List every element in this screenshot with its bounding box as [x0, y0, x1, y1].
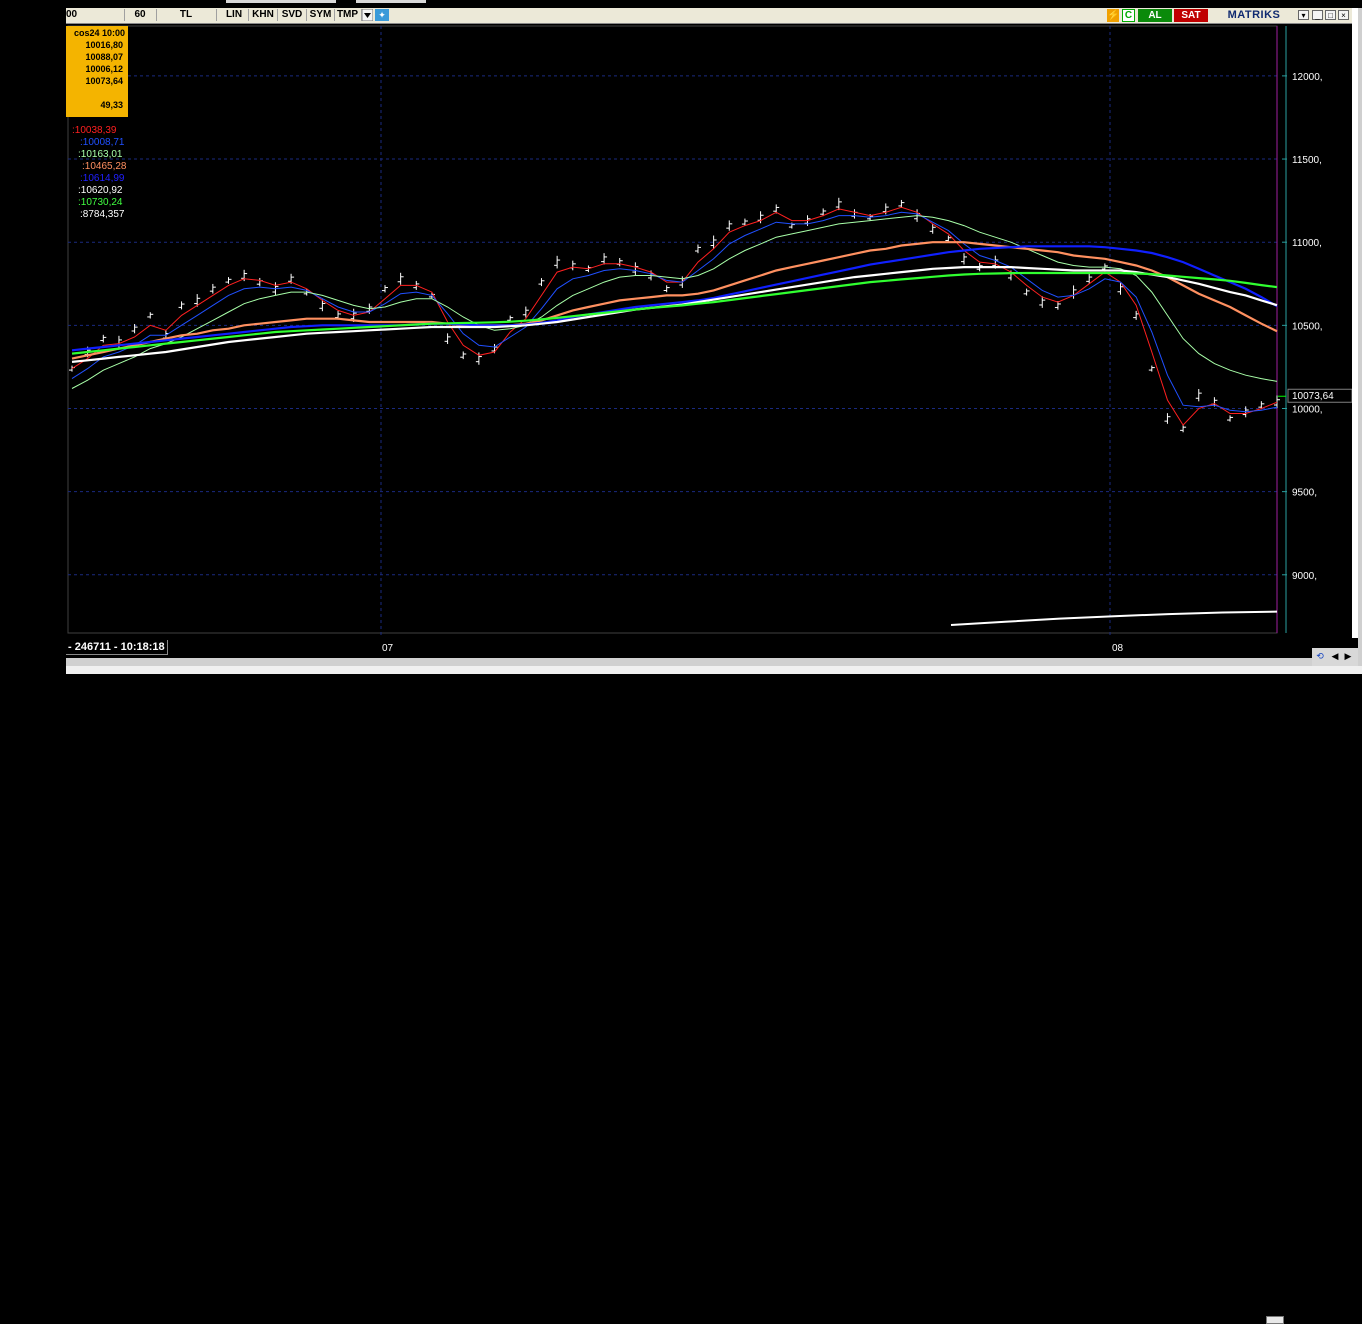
refresh-icon[interactable]: ⟲	[1314, 650, 1326, 663]
y-tick-label: 12000,	[1292, 72, 1323, 83]
y-tick-label: 9000,	[1292, 571, 1317, 582]
last-price-label: 10073,64	[1292, 391, 1334, 402]
scroll-left-icon[interactable]: ◀	[1329, 650, 1341, 663]
y-tick-label: 11500,	[1292, 155, 1322, 166]
indicator-value: :10620,92	[78, 185, 123, 196]
time-axis	[66, 638, 1356, 658]
info-volume: 49,33	[100, 100, 123, 110]
scroll-right-icon[interactable]: ▶	[1342, 650, 1354, 663]
vertical-scrollbar[interactable]	[1358, 8, 1362, 674]
info-close: 10073,64	[85, 76, 123, 86]
y-tick-label: 10500,	[1292, 321, 1323, 332]
indicator-value: :10038,39	[72, 125, 117, 136]
indicator-value: :10465,28	[82, 161, 127, 172]
ohlc-info-box: cos24 10:00 10016,80 10088,07 10006,12 1…	[66, 26, 128, 117]
plot-area	[67, 25, 1278, 634]
info-date: cos24 10:00	[73, 28, 125, 38]
horizontal-scrollbar[interactable]	[66, 658, 1356, 1324]
indicator-value: :8784,357	[80, 209, 125, 220]
y-tick-label: 9500,	[1292, 488, 1317, 499]
indicator-value: :10163,01	[78, 149, 123, 160]
scrollbar-thumb[interactable]	[1266, 1316, 1284, 1324]
y-tick-label: 10000,	[1292, 404, 1323, 415]
bottom-edge	[66, 666, 1362, 674]
indicator-value: :10008,71	[80, 137, 125, 148]
desktop-background	[0, 0, 66, 674]
info-high: 10088,07	[85, 52, 123, 62]
navigation-buttons: ⟲ ◀ ▶	[1312, 648, 1362, 666]
status-readout: - 246711 - 10:18:18	[66, 640, 168, 655]
x-label: 07	[382, 643, 394, 654]
price-chart[interactable]: 9000, 9500, 10000, 10500, 11000, 11500, 12000,…	[66, 0, 1362, 674]
indicator-value: :10614,99	[80, 173, 125, 184]
chart-window: 00 60 TL LIN KHN SVD SYM TMP ✦ ⚡ C AL SA…	[66, 0, 1362, 1324]
indicator-value: :10730,24	[78, 197, 123, 208]
info-open: 10016,80	[85, 40, 123, 50]
info-low: 10006,12	[85, 64, 123, 74]
y-tick-label: 11000,	[1292, 238, 1322, 249]
x-label: 08	[1112, 643, 1124, 654]
